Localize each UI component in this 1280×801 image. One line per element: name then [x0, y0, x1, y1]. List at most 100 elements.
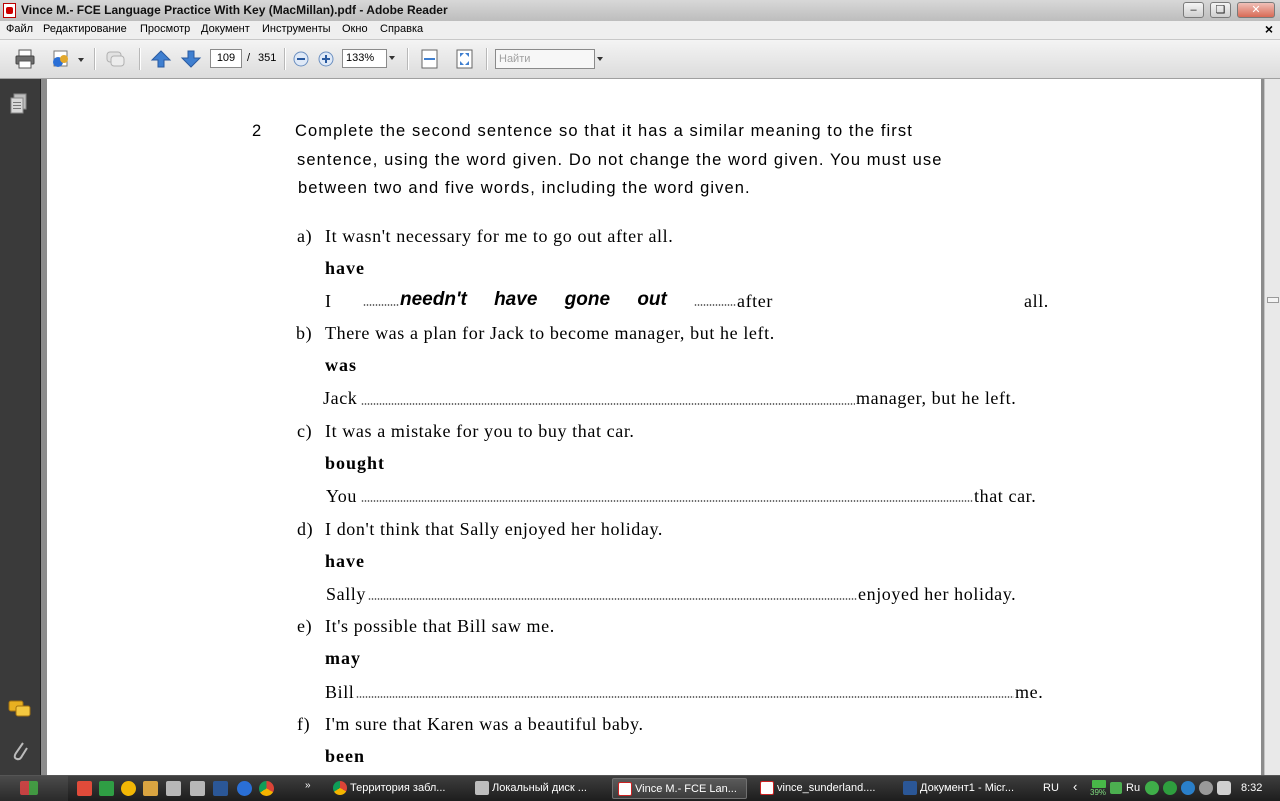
menu-file[interactable]: Файл — [6, 23, 33, 35]
toolbar: 109 / 351 133% Найти — [0, 40, 1280, 79]
print-icon[interactable] — [14, 49, 36, 69]
task-word[interactable]: Документ1 - Micr... — [898, 778, 1033, 799]
zoom-in-icon[interactable] — [315, 49, 337, 69]
vertical-scrollbar[interactable] — [1264, 79, 1280, 775]
toolbar-separator — [284, 48, 286, 70]
media-player-icon[interactable] — [237, 781, 252, 796]
word-icon — [903, 781, 917, 795]
instruction-line-3: between two and five words, including th… — [298, 179, 751, 197]
restore-button[interactable]: ❏ — [1210, 2, 1231, 18]
tray-expand-icon[interactable]: ‹ — [1073, 779, 1077, 794]
item-letter: a) — [297, 226, 313, 246]
item-letter: f) — [297, 714, 311, 734]
adobe-reader-icon — [3, 3, 16, 18]
item-sentence: I don't think that Sally enjoyed her hol… — [325, 519, 664, 539]
item-start: You — [326, 486, 357, 506]
toolbar-separator — [486, 48, 488, 70]
word-icon[interactable] — [213, 781, 228, 796]
attachments-icon[interactable] — [10, 739, 30, 763]
pdf-icon — [618, 782, 632, 796]
task-chrome[interactable]: Территория забл... — [328, 778, 463, 799]
clock[interactable]: 8:32 — [1241, 782, 1262, 794]
page-separator: / — [247, 52, 251, 64]
close-document-icon[interactable]: × — [1265, 21, 1273, 37]
security-shield-icon[interactable] — [1110, 782, 1122, 794]
item-keyword: was — [325, 355, 358, 375]
menu-view[interactable]: Просмотр — [140, 23, 190, 35]
task-label: Документ1 - Micr... — [920, 782, 1015, 794]
answer-line — [356, 696, 1014, 698]
item-start: Sally — [326, 584, 367, 604]
task-label: Локальный диск ... — [492, 782, 587, 794]
item-start: Bill — [325, 682, 355, 702]
item-end: that car. — [974, 486, 1037, 506]
language-indicator[interactable]: RU — [1043, 782, 1059, 794]
scrollbar-thumb[interactable] — [1267, 297, 1279, 303]
chrome-icon[interactable] — [259, 781, 274, 796]
menu-tools[interactable]: Инструменты — [262, 23, 331, 35]
item-end: me. — [1015, 682, 1044, 702]
comment-icon[interactable] — [104, 49, 126, 69]
share-dropdown-icon[interactable] — [78, 58, 84, 62]
instruction-line-2: sentence, using the word given. Do not c… — [297, 151, 943, 169]
tray-app-icon[interactable] — [1199, 781, 1213, 795]
instruction-line-1: Complete the second sentence so that it … — [295, 122, 913, 140]
drive-icon[interactable] — [166, 781, 181, 796]
skype-icon[interactable] — [1181, 781, 1195, 795]
answer-line — [361, 500, 973, 502]
battery-level[interactable]: 39% — [1090, 788, 1106, 797]
task-label: vince_sunderland.... — [777, 782, 876, 794]
item-sentence: It was a mistake for you to buy that car… — [325, 421, 635, 441]
battery-icon — [1092, 780, 1106, 788]
zoom-level-select[interactable]: 133% — [342, 49, 387, 68]
share-icon[interactable] — [50, 49, 72, 69]
menu-edit[interactable]: Редактирование — [43, 23, 127, 35]
quicklaunch-app-icon[interactable] — [77, 781, 92, 796]
answer-line — [368, 598, 857, 600]
user-folder-icon[interactable] — [143, 781, 158, 796]
zoom-dropdown-icon[interactable] — [389, 56, 395, 60]
answer-line — [363, 304, 399, 306]
search-input[interactable]: Найти — [495, 49, 595, 69]
excel-icon[interactable] — [99, 781, 114, 796]
task-explorer[interactable]: Локальный диск ... — [470, 778, 605, 799]
close-button[interactable]: ✕ — [1237, 2, 1275, 18]
volume-icon[interactable] — [1217, 781, 1231, 795]
navigation-panel — [0, 79, 41, 775]
quicklaunch-expand-icon[interactable]: » — [305, 780, 311, 791]
answer-line — [694, 304, 736, 306]
menu-help[interactable]: Справка — [380, 23, 423, 35]
toolbar-separator — [139, 48, 141, 70]
avast-icon[interactable] — [121, 781, 136, 796]
fit-width-icon[interactable] — [419, 49, 441, 69]
minimize-button[interactable]: – — [1183, 2, 1204, 18]
menu-window[interactable]: Окно — [342, 23, 368, 35]
previous-page-icon[interactable] — [150, 49, 172, 69]
item-start: Jack — [323, 388, 358, 408]
comments-icon[interactable] — [8, 699, 32, 721]
search-dropdown-icon[interactable] — [597, 57, 603, 61]
start-button[interactable] — [0, 776, 68, 801]
zoom-out-icon[interactable] — [290, 49, 312, 69]
utorrent-icon[interactable] — [1145, 781, 1159, 795]
item-end: enjoyed her holiday. — [858, 584, 1017, 604]
drive-icon-2[interactable] — [190, 781, 205, 796]
network-icon[interactable] — [1163, 781, 1177, 795]
task-pdf-2[interactable]: vince_sunderland.... — [755, 778, 890, 799]
toolbar-separator — [407, 48, 409, 70]
menu-bar: Файл Редактирование Просмотр Документ Ин… — [0, 21, 1280, 40]
chrome-icon — [333, 781, 347, 795]
pages-icon[interactable] — [10, 93, 28, 115]
window-title: Vince M.- FCE Language Practice With Key… — [21, 3, 448, 17]
task-adobe-reader[interactable]: Vince M.- FCE Lan... — [612, 778, 747, 799]
fit-page-icon[interactable] — [454, 49, 476, 69]
item-letter: b) — [296, 323, 313, 343]
next-page-icon[interactable] — [180, 49, 202, 69]
menu-document[interactable]: Документ — [201, 23, 250, 35]
filled-answer: needn't have gone out — [400, 289, 667, 310]
item-sentence: I'm sure that Karen was a beautiful baby… — [325, 714, 644, 734]
page-number-input[interactable]: 109 — [210, 49, 242, 68]
drive-icon — [475, 781, 489, 795]
tray-language[interactable]: Ru — [1126, 782, 1140, 794]
item-start: I — [325, 291, 332, 311]
